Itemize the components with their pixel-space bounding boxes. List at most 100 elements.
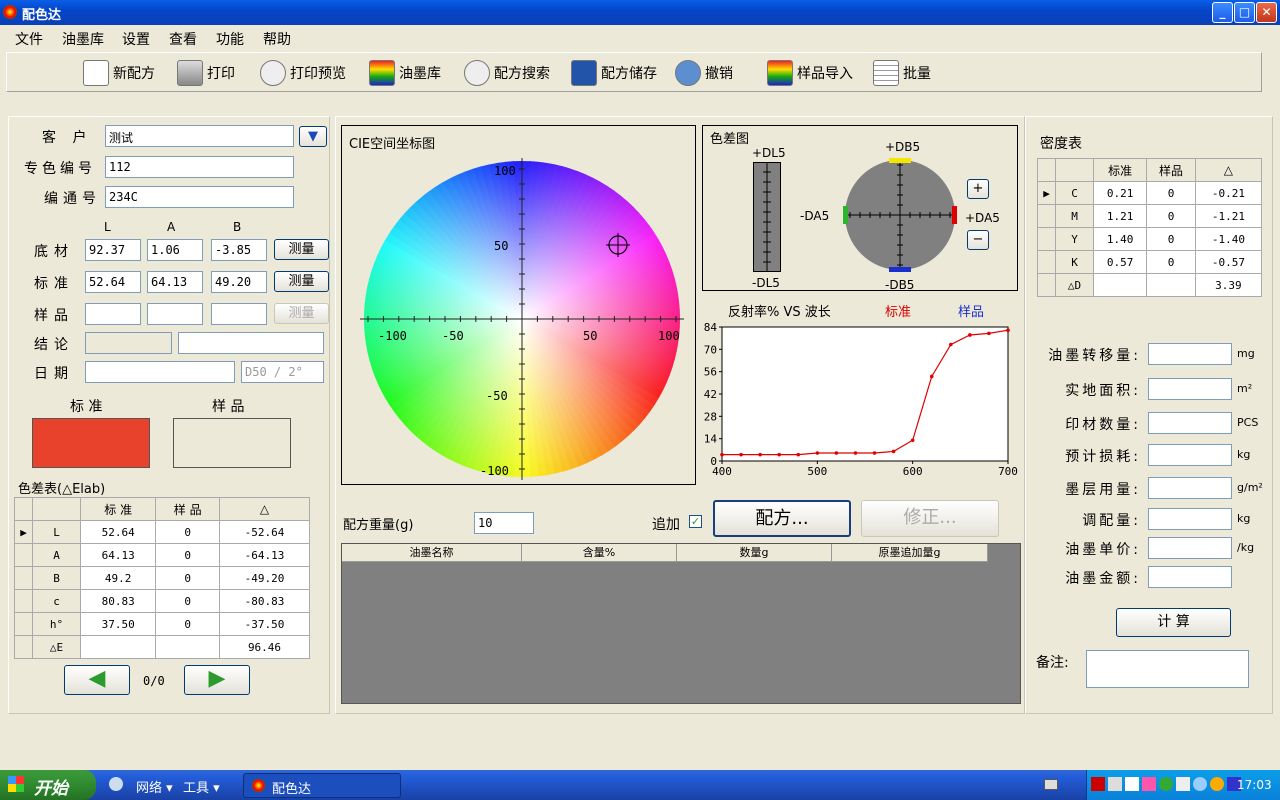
- standard-measure-button[interactable]: 测量: [274, 271, 329, 292]
- calc-field-input[interactable]: [1148, 566, 1232, 588]
- substrate-L-input[interactable]: 92.37: [85, 239, 141, 261]
- standard-L-input[interactable]: 52.64: [85, 271, 141, 293]
- sample-import-button[interactable]: 样品导入: [767, 57, 853, 89]
- table-row[interactable]: Y 1.40 0 -1.40: [1037, 227, 1263, 251]
- grid-header[interactable]: 数量g: [677, 544, 832, 562]
- calc-field-unit: /kg: [1237, 541, 1255, 554]
- tick-x: -50: [442, 329, 464, 343]
- customer-input[interactable]: 测试: [105, 125, 294, 147]
- cell-standard: 64.13: [79, 543, 157, 567]
- formula-save-button[interactable]: 配方储存: [571, 57, 657, 89]
- menu-settings[interactable]: 设置: [122, 29, 150, 49]
- menu-help[interactable]: 帮助: [263, 29, 291, 49]
- formula-weight-label: 配方重量(g): [343, 518, 414, 533]
- formula-weight-input[interactable]: 10: [474, 512, 534, 534]
- spot-color-input[interactable]: 112: [105, 156, 294, 178]
- next-page-button[interactable]: ▶: [184, 665, 250, 695]
- grid-header[interactable]: 油墨名称: [342, 544, 522, 562]
- update-icon[interactable]: [1193, 777, 1207, 791]
- undo-button[interactable]: 撤销: [675, 57, 733, 89]
- table-row[interactable]: ▶ C 0.21 0 -0.21: [1037, 181, 1263, 205]
- ink-library-button[interactable]: 油墨库: [369, 57, 441, 89]
- prev-page-button[interactable]: ◀: [64, 665, 130, 695]
- keyboard-icon[interactable]: [1044, 779, 1058, 790]
- sample-L-input[interactable]: [85, 303, 141, 325]
- conclusion-text-input[interactable]: [178, 332, 324, 354]
- date-input[interactable]: [85, 361, 235, 383]
- table-row[interactable]: K 0.57 0 -0.57: [1037, 250, 1263, 274]
- zoom-in-button[interactable]: +: [967, 179, 989, 199]
- row-label: B: [32, 566, 81, 590]
- sample-B-input[interactable]: [211, 303, 267, 325]
- network-icon[interactable]: [1108, 777, 1122, 791]
- calc-field-input[interactable]: [1148, 508, 1232, 530]
- data-point: [872, 451, 877, 455]
- grid-header[interactable]: 原墨追加量g: [832, 544, 988, 562]
- network-toolbar[interactable]: 网络 ▾: [136, 777, 173, 796]
- substrate-B-input[interactable]: -3.85: [211, 239, 267, 261]
- calc-field-input[interactable]: [1148, 378, 1232, 400]
- calc-field-label: 预计损耗:: [1065, 449, 1141, 465]
- data-point: [815, 451, 820, 455]
- taskbar-app-button[interactable]: 配色达: [243, 773, 401, 798]
- start-button[interactable]: 开始: [0, 770, 96, 800]
- menu-file[interactable]: 文件: [15, 29, 43, 49]
- table-row[interactable]: △E 96.46: [14, 635, 310, 659]
- sample-color-swatch: [173, 418, 291, 468]
- sample-A-input[interactable]: [147, 303, 203, 325]
- standard-A-input[interactable]: 64.13: [147, 271, 203, 293]
- data-point: [929, 374, 934, 379]
- zoom-out-button[interactable]: −: [967, 230, 989, 250]
- customer-dropdown-button[interactable]: ▼: [299, 126, 327, 147]
- security-icon[interactable]: [1159, 777, 1173, 791]
- code-input[interactable]: 234C: [105, 186, 294, 208]
- table-row[interactable]: B 49.2 0 -49.20: [14, 566, 310, 590]
- calculate-button[interactable]: 计 算: [1116, 608, 1231, 637]
- volume-icon[interactable]: [1142, 777, 1156, 791]
- maximize-button[interactable]: □: [1234, 2, 1255, 23]
- remark-input[interactable]: [1086, 650, 1249, 688]
- calc-field-input[interactable]: [1148, 537, 1232, 559]
- print-button[interactable]: 打印: [177, 57, 235, 89]
- table-row[interactable]: c 80.83 0 -80.83: [14, 589, 310, 613]
- formula-button[interactable]: 配方...: [713, 500, 851, 537]
- tools-toolbar[interactable]: 工具 ▾: [183, 777, 220, 796]
- table-row[interactable]: A 64.13 0 -64.13: [14, 543, 310, 567]
- device-icon[interactable]: [1176, 777, 1190, 791]
- print-preview-button[interactable]: 打印预览: [260, 57, 346, 89]
- close-button[interactable]: ✕: [1256, 2, 1277, 23]
- row-header: [14, 543, 33, 567]
- append-checkbox[interactable]: ✓: [689, 515, 702, 528]
- ati-icon[interactable]: [1091, 777, 1105, 791]
- table-row[interactable]: ▶ L 52.64 0 -52.64: [14, 520, 310, 544]
- menu-function[interactable]: 功能: [216, 29, 244, 49]
- spot-color-label: 专色编号: [24, 161, 96, 177]
- standard-B-input[interactable]: 49.20: [211, 271, 267, 293]
- substrate-A-input[interactable]: 1.06: [147, 239, 203, 261]
- calc-field-unit: g/m²: [1237, 481, 1263, 494]
- sample-measure-button[interactable]: 测量: [274, 303, 329, 324]
- calc-field-input[interactable]: [1148, 477, 1232, 499]
- calc-field-input[interactable]: [1148, 444, 1232, 466]
- cell-delta: -64.13: [219, 543, 310, 567]
- menu-ink-library[interactable]: 油墨库: [62, 29, 104, 49]
- new-formula-button[interactable]: 新配方: [83, 57, 155, 89]
- table-row[interactable]: h° 37.50 0 -37.50: [14, 612, 310, 636]
- batch-button[interactable]: 批量: [873, 57, 931, 89]
- calc-field-input[interactable]: [1148, 343, 1232, 365]
- ie-icon[interactable]: [109, 777, 123, 791]
- row-header: [14, 566, 33, 590]
- table-row[interactable]: △D 3.39: [1037, 273, 1263, 297]
- substrate-measure-button[interactable]: 测量: [274, 239, 329, 260]
- substrate-label: 底材: [34, 244, 74, 260]
- minimize-button[interactable]: _: [1212, 2, 1233, 23]
- display-icon[interactable]: [1125, 777, 1139, 791]
- formula-search-button[interactable]: 配方搜索: [464, 57, 550, 89]
- grid-header[interactable]: 含量%: [522, 544, 677, 562]
- antivirus-icon[interactable]: [1210, 777, 1224, 791]
- table-row[interactable]: M 1.21 0 -1.21: [1037, 204, 1263, 228]
- menu-view[interactable]: 查看: [169, 29, 197, 49]
- calc-field-input[interactable]: [1148, 412, 1232, 434]
- fix-button[interactable]: 修正...: [861, 500, 999, 537]
- data-point: [891, 449, 896, 454]
